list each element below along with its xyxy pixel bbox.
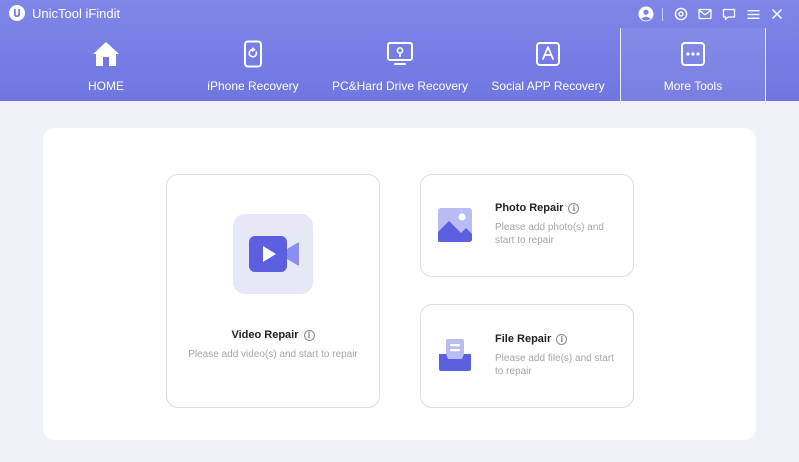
account-icon[interactable] <box>634 4 658 24</box>
photo-repair-title: Photo Repair i <box>495 202 580 214</box>
photo-repair-card[interactable]: Photo Repair i Please add photo(s) and s… <box>420 174 634 277</box>
tab-more-tools-label: More Tools <box>663 79 723 93</box>
more-tools-panel: Video Repair i Please add video(s) and s… <box>43 128 756 440</box>
mail-icon[interactable] <box>693 4 717 24</box>
settings-icon[interactable] <box>669 4 693 24</box>
home-icon <box>91 40 121 68</box>
toolbar-divider <box>662 7 663 21</box>
info-icon[interactable]: i <box>568 202 580 214</box>
photo-icon <box>437 207 473 243</box>
title-bar: UnicTool iFindit <box>0 0 799 28</box>
window-controls <box>634 4 789 24</box>
tab-more-tools[interactable]: More Tools <box>620 28 766 101</box>
pc-recovery-icon <box>385 40 415 68</box>
menu-icon[interactable] <box>741 4 765 24</box>
tab-home-label: HOME <box>88 79 124 93</box>
iphone-recovery-icon <box>238 40 268 68</box>
main-navigation: HOME iPhone Recovery PC&Hard Drive Recov… <box>0 28 799 101</box>
file-repair-title-text: File Repair <box>495 333 552 345</box>
video-repair-card[interactable]: Video Repair i Please add video(s) and s… <box>166 174 380 408</box>
info-icon[interactable]: i <box>556 333 568 345</box>
file-tray-icon <box>437 337 473 373</box>
tab-pc-hard-drive-recovery[interactable]: PC&Hard Drive Recovery <box>324 28 476 101</box>
app-header: UnicTool iFindit HOME iPhone Recovery PC… <box>0 0 799 101</box>
video-repair-description: Please add video(s) and start to repair <box>188 349 358 360</box>
tab-iphone-recovery[interactable]: iPhone Recovery <box>182 28 324 101</box>
app-store-icon <box>533 40 563 68</box>
photo-repair-description: Please add photo(s) and start to repair <box>495 222 604 246</box>
file-repair-title: File Repair i <box>495 333 568 345</box>
tab-social-app-recovery[interactable]: Social APP Recovery <box>476 28 620 101</box>
tab-home[interactable]: HOME <box>30 28 182 101</box>
video-repair-title: Video Repair i <box>167 329 379 341</box>
feedback-icon[interactable] <box>717 4 741 24</box>
file-repair-description: Please add file(s) and start to repair <box>495 353 614 377</box>
tab-iphone-recovery-label: iPhone Recovery <box>207 79 299 93</box>
info-icon[interactable]: i <box>303 329 315 341</box>
tab-pc-hard-drive-recovery-label: PC&Hard Drive Recovery <box>331 79 469 93</box>
tab-social-app-recovery-label: Social APP Recovery <box>491 79 605 93</box>
video-repair-title-text: Video Repair <box>231 329 299 341</box>
unictool-logo-icon <box>9 5 25 21</box>
close-icon[interactable] <box>765 4 789 24</box>
more-tools-icon <box>678 40 708 68</box>
video-camera-icon <box>233 214 313 294</box>
file-repair-card[interactable]: File Repair i Please add file(s) and sta… <box>420 304 634 408</box>
photo-repair-title-text: Photo Repair <box>495 202 564 214</box>
app-title: UnicTool iFindit <box>32 6 121 21</box>
